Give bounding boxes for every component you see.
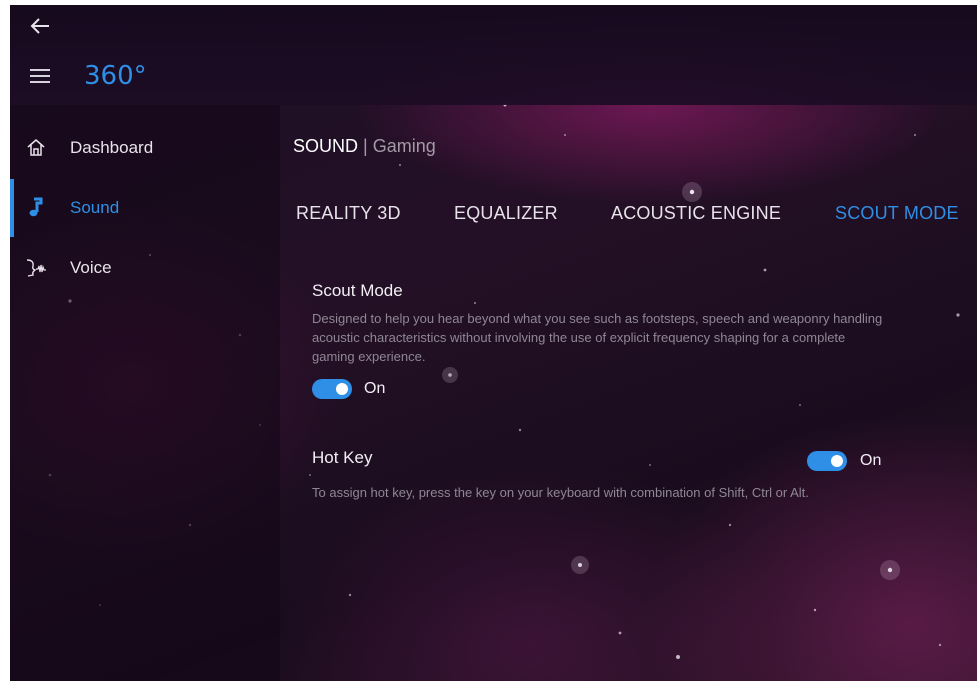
hot-key-description: To assign hot key, press the key on your…	[312, 485, 809, 500]
sidebar-item-label: Dashboard	[70, 138, 154, 157]
sidebar-item-label: Voice	[70, 258, 112, 277]
tab-reality-3d[interactable]: REALITY 3D	[296, 203, 401, 224]
tab-acoustic-engine[interactable]: ACOUSTIC ENGINE	[611, 203, 781, 224]
arrow-left-icon	[30, 18, 49, 34]
sidebar-item-sound[interactable]: Sound	[10, 179, 280, 237]
back-button[interactable]	[28, 15, 52, 37]
breadcrumb-separator: |	[363, 136, 368, 156]
tab-scout-mode[interactable]: SCOUT MODE	[835, 203, 959, 224]
voice-wave-icon	[24, 255, 48, 279]
toggle-knob	[831, 455, 843, 467]
scout-mode-description: Designed to help you hear beyond what yo…	[312, 309, 962, 366]
description-line: acoustic characteristics without involvi…	[312, 330, 846, 345]
sidebar-item-dashboard[interactable]: Dashboard	[10, 123, 280, 173]
description-line: Designed to help you hear beyond what yo…	[312, 311, 883, 326]
hot-key-title: Hot Key	[312, 448, 373, 467]
hot-key-toggle-label: On	[860, 452, 882, 469]
music-note-icon	[24, 195, 48, 219]
toggle-knob	[336, 383, 348, 395]
tab-equalizer[interactable]: EQUALIZER	[454, 203, 558, 224]
active-indicator	[10, 179, 14, 237]
description-line: gaming experience.	[312, 349, 426, 364]
breadcrumb-subsection: Gaming	[372, 136, 436, 156]
scout-mode-toggle-label: On	[364, 380, 386, 397]
app-window: 360° Dashboard Sound Voice SOUND | Gamin…	[10, 5, 977, 681]
app-title: 360°	[84, 61, 147, 91]
scout-mode-title: Scout Mode	[312, 281, 403, 300]
home-icon	[24, 135, 48, 159]
hot-key-toggle[interactable]	[807, 451, 847, 471]
scout-mode-toggle[interactable]	[312, 379, 352, 399]
breadcrumb: SOUND | Gaming	[293, 136, 436, 157]
sidebar-item-label: Sound	[70, 198, 120, 217]
hamburger-menu-icon[interactable]	[30, 69, 50, 85]
sidebar-item-voice[interactable]: Voice	[10, 243, 280, 293]
sidebar: Dashboard Sound Voice	[10, 105, 280, 681]
breadcrumb-section: SOUND	[293, 136, 359, 156]
title-bar: 360°	[10, 5, 977, 105]
